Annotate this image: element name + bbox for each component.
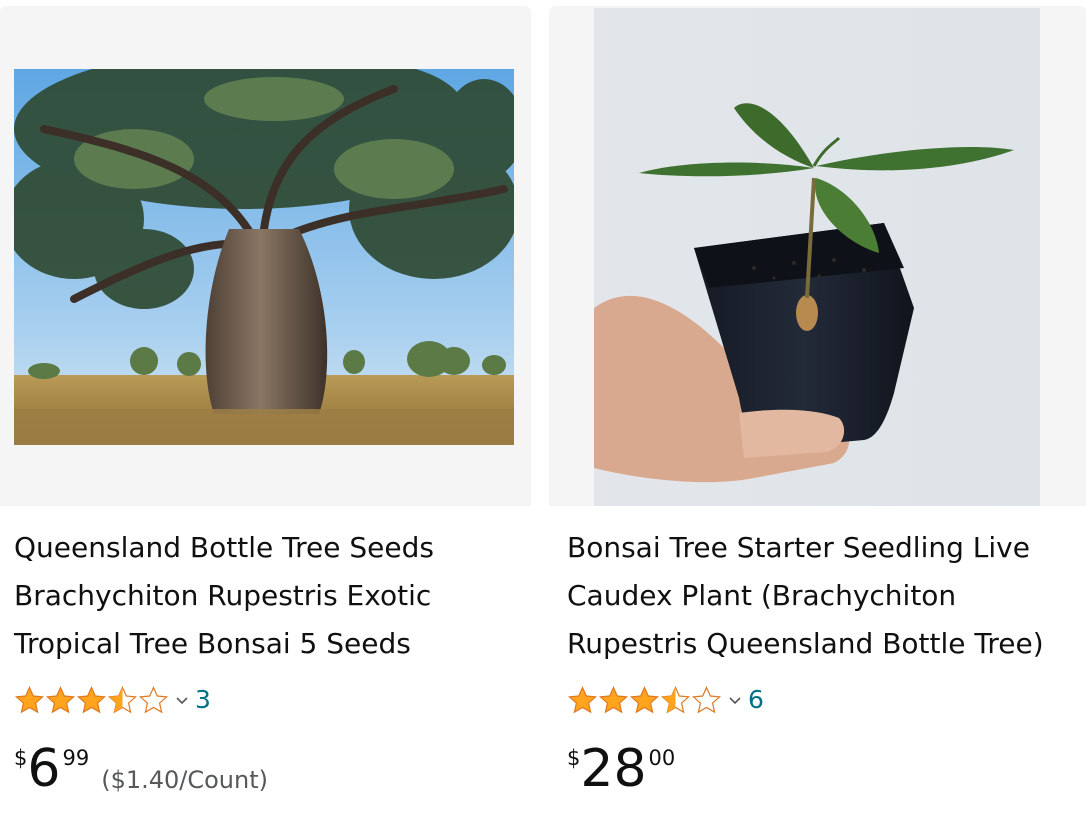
star-full-icon — [46, 686, 75, 713]
price-whole: 6 — [27, 739, 61, 799]
seedling-in-pot-photo[interactable] — [594, 8, 1040, 506]
product-card[interactable]: Bonsai Tree Starter Seedling Live Caudex… — [549, 6, 1086, 826]
review-count-link[interactable]: 3 — [195, 678, 211, 722]
price-fraction: 00 — [648, 746, 676, 770]
star-rating[interactable] — [567, 685, 722, 716]
star-full-icon — [15, 686, 44, 713]
star-full-icon — [599, 686, 628, 713]
bottle-tree-photo[interactable] — [14, 69, 514, 445]
star-full-icon — [77, 686, 106, 713]
star-full-icon — [568, 686, 597, 713]
review-count-link[interactable]: 6 — [748, 678, 764, 722]
star-rating[interactable] — [14, 685, 169, 716]
price[interactable]: $ 28 00 — [567, 738, 675, 808]
star-empty-icon — [692, 686, 721, 713]
price-whole: 28 — [580, 739, 647, 799]
unit-price: ($1.40/Count) — [101, 766, 268, 794]
product-title[interactable]: Queensland Bottle Tree Seeds Brachychito… — [14, 524, 517, 668]
product-title[interactable]: Bonsai Tree Starter Seedling Live Caudex… — [567, 524, 1086, 668]
price-currency: $ — [14, 746, 28, 770]
price-currency: $ — [567, 746, 581, 770]
star-half-icon — [108, 686, 137, 713]
price-fraction: 99 — [62, 746, 90, 770]
product-image-area[interactable] — [0, 6, 531, 506]
chevron-down-icon[interactable] — [173, 692, 191, 710]
price[interactable]: $ 6 99 ($1.40/Count) — [14, 738, 268, 808]
star-full-icon — [630, 686, 659, 713]
star-empty-icon — [139, 686, 168, 713]
product-card[interactable]: Queensland Bottle Tree Seeds Brachychito… — [0, 6, 531, 826]
rating-row[interactable]: 3 — [14, 678, 211, 722]
product-image-area[interactable] — [549, 6, 1086, 506]
star-half-icon — [661, 686, 690, 713]
rating-row[interactable]: 6 — [567, 678, 764, 722]
chevron-down-icon[interactable] — [726, 692, 744, 710]
